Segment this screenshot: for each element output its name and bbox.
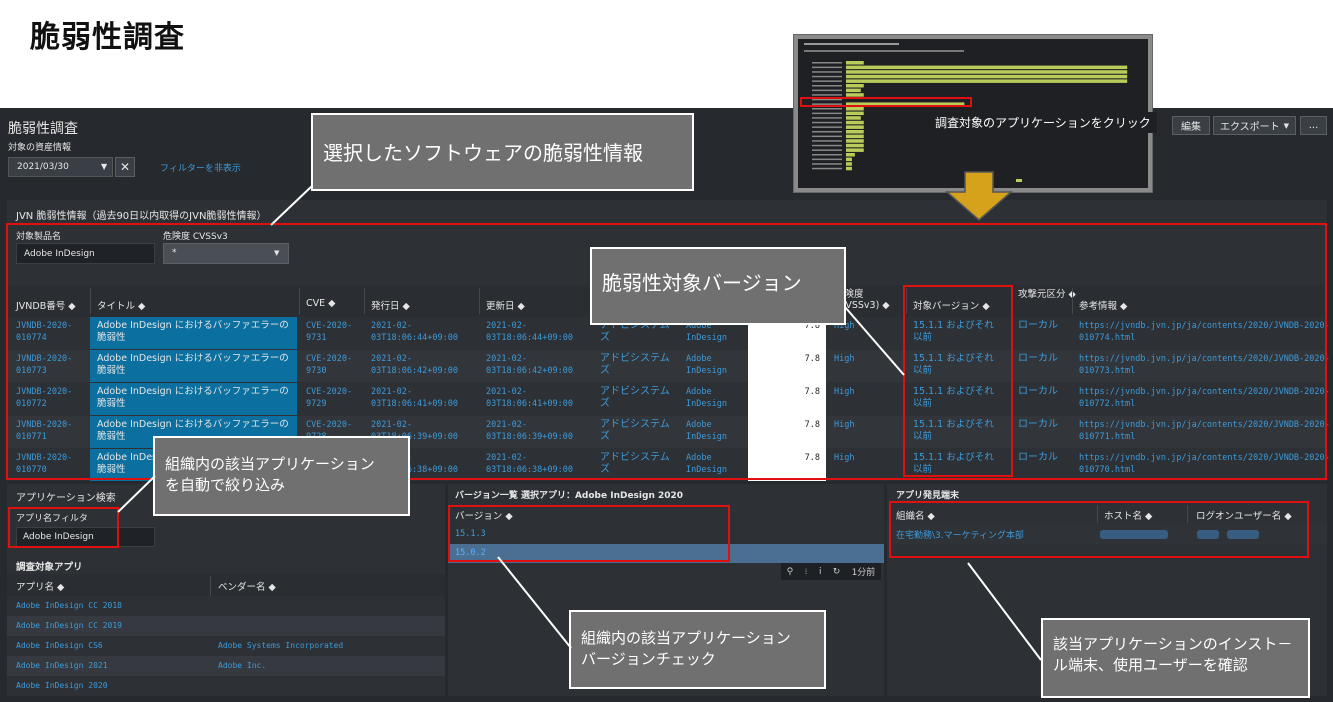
target-app-name: Adobe InDesign CS6 (16, 641, 103, 650)
axis-label-mark (812, 131, 842, 133)
highlight-version-column (903, 285, 1013, 477)
callout-line: 該当アプリケーションのインスト－ (1053, 635, 1293, 653)
col-app-name[interactable]: アプリ名 ◆ (16, 579, 64, 593)
export-button[interactable]: エクスポート ▼ (1213, 116, 1296, 135)
callout-click-app: 調査対象のアプリケーションをクリック (929, 112, 1157, 133)
panel-toolbar: ⚲ ⭳ i ↻ 1分前 (781, 563, 881, 580)
bar[interactable] (846, 70, 1128, 74)
axis-label-mark (812, 149, 842, 151)
bar[interactable] (846, 157, 852, 162)
highlight-versions (448, 505, 730, 562)
refresh-icon[interactable]: ↻ (833, 567, 841, 577)
bar[interactable] (846, 88, 861, 93)
highlight-app-filter (8, 507, 119, 548)
axis-label-mark (812, 158, 842, 161)
bar[interactable] (846, 166, 852, 171)
callout-install: 該当アプリケーションのインスト－ ル端末、使用ユーザーを確認 (1041, 618, 1310, 698)
axis-label-mark (812, 126, 842, 128)
axis-label-mark (812, 140, 842, 142)
axis-label-mark (812, 85, 842, 87)
axis-label-mark (812, 167, 842, 170)
export-label: エクスポート (1219, 122, 1280, 133)
versions-title: バージョン一覧 選択アプリ：Adobe InDesign 2020 (455, 491, 684, 501)
more-button[interactable]: ... (1300, 116, 1327, 135)
axis-label-mark (812, 163, 842, 165)
app-search-title: アプリケーション検索 (16, 493, 116, 504)
callout-line: バージョンチェック (581, 650, 716, 668)
axis-label-mark (812, 117, 842, 119)
bar[interactable] (846, 139, 864, 143)
info-icon[interactable]: i (819, 567, 822, 577)
clear-date-button[interactable]: ✕ (115, 157, 135, 177)
down-arrow-icon (945, 171, 1013, 221)
page-title: 脆弱性調査 (30, 20, 185, 55)
target-app-name: Adobe InDesign CC 2018 (16, 601, 122, 610)
target-apps-title: 調査対象アプリ (16, 562, 83, 573)
axis-label-mark (812, 112, 842, 115)
date-select[interactable]: 2021/03/30 ▼ (8, 157, 113, 177)
callout-line: 組織内の該当アプリケーション (165, 455, 375, 473)
search-icon[interactable]: ⚲ (787, 567, 794, 577)
axis-label-mark (812, 135, 842, 138)
refresh-time: 1分前 (851, 568, 876, 578)
jvn-title: JVN 脆弱性情報（過去90日以内取得のJVN脆弱性情報） (16, 211, 267, 222)
axis-label-mark (812, 80, 842, 82)
axis-label-mark (812, 108, 842, 110)
callout-line: 組織内の該当アプリケーション (581, 629, 791, 647)
filter-toggle-link[interactable]: フィルターを非表示 (160, 161, 241, 174)
callout-line: ル端末、使用ユーザーを確認 (1053, 656, 1248, 674)
asset-label: 対象の資産情報 (8, 143, 72, 153)
target-app-name: Adobe InDesign 2020 (16, 681, 108, 690)
axis-label-mark (812, 75, 842, 78)
callout-version-check: 組織内の該当アプリケーション バージョンチェック (569, 610, 826, 689)
bar[interactable] (846, 130, 864, 134)
bar[interactable] (846, 143, 864, 148)
date-value: 2021/03/30 (17, 162, 69, 172)
chevron-down-icon: ▼ (101, 162, 108, 171)
bar[interactable] (846, 125, 864, 129)
bar[interactable] (846, 148, 864, 152)
bar[interactable] (846, 134, 864, 139)
chart-highlight-box (800, 97, 972, 107)
callout-target-version: 脆弱性対象バージョン (590, 247, 846, 325)
axis-label-mark (812, 121, 842, 124)
target-app-vendor: Adobe Inc. (218, 661, 267, 670)
highlight-devices (889, 501, 1309, 558)
bar[interactable] (846, 120, 864, 125)
bar[interactable] (846, 153, 855, 157)
bar[interactable] (846, 79, 1128, 83)
bar[interactable] (846, 162, 852, 166)
download-icon[interactable]: ⭳ (805, 564, 808, 580)
bar[interactable] (846, 107, 864, 111)
column-divider (210, 576, 211, 596)
col-vendor-name[interactable]: ベンダー名 ◆ (218, 579, 276, 593)
chart-title-mark (804, 43, 899, 45)
bar[interactable] (846, 111, 864, 116)
chevron-down-icon: ▼ (1283, 121, 1290, 130)
bar[interactable] (846, 116, 861, 120)
target-app-name: Adobe InDesign CC 2019 (16, 621, 122, 630)
legend-swatch (1016, 179, 1022, 182)
axis-label-mark (812, 89, 842, 92)
devices-title: アプリ発見端末 (896, 491, 960, 501)
close-icon: ✕ (119, 160, 131, 174)
bar[interactable] (846, 61, 864, 65)
axis-label-mark (812, 71, 842, 73)
bar[interactable] (846, 74, 1128, 79)
target-app-name: Adobe InDesign 2021 (16, 661, 108, 670)
callout-software-info: 選択したソフトウェアの脆弱性情報 (311, 113, 694, 191)
callout-line: を自動で絞り込み (165, 476, 286, 494)
bar[interactable] (846, 84, 864, 88)
axis-label-mark (812, 94, 842, 96)
edit-button[interactable]: 編集 (1172, 116, 1210, 135)
axis-label-mark (812, 62, 842, 64)
axis-label-mark (812, 154, 842, 156)
dashboard-title: 脆弱性調査 (8, 121, 78, 137)
target-app-vendor: Adobe Systems Incorporated (218, 641, 344, 650)
bar[interactable] (846, 65, 1128, 70)
chart-subtitle-mark (804, 50, 964, 52)
axis-label-mark (812, 66, 842, 69)
axis-label-mark (812, 144, 842, 147)
callout-org-app: 組織内の該当アプリケーション を自動で絞り込み (153, 436, 410, 516)
